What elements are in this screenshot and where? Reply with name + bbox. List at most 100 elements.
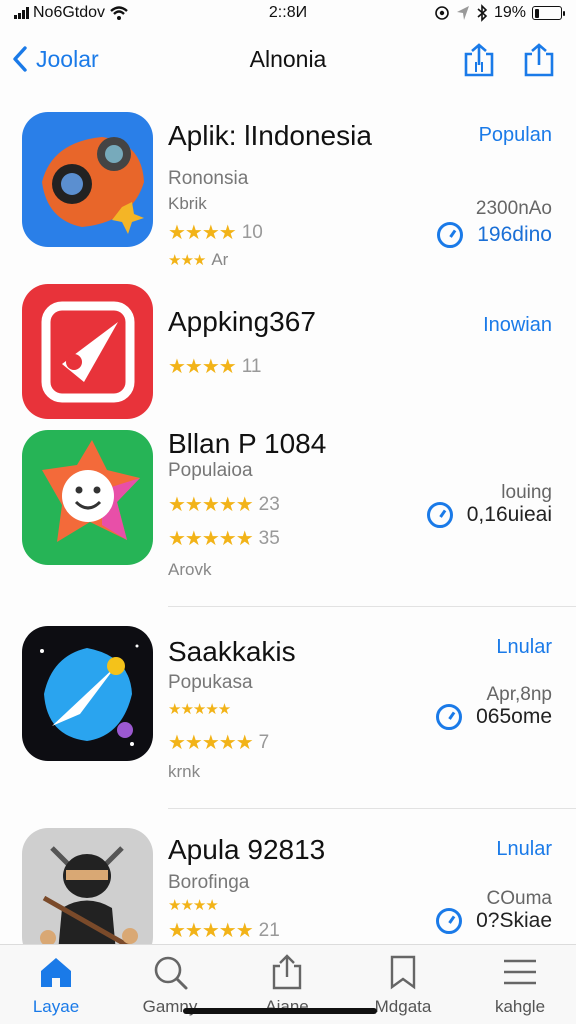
smile-star-icon — [22, 430, 153, 565]
clock-icon — [426, 502, 453, 528]
navigation-bar: Joolar Alnonia — [0, 30, 576, 90]
list-item[interactable]: Aplik: lIndonesia Rononsia Kbrik ★★★★ 10… — [0, 112, 576, 272]
share-icon — [272, 954, 302, 990]
app-subtitle: Populaioa — [168, 460, 253, 481]
home-indicator[interactable] — [183, 1008, 377, 1014]
app-subtitle: Borofinga — [168, 872, 250, 893]
app-name: Aplik: lIndonesia — [168, 120, 372, 151]
meta-bottom: 196dino — [437, 222, 552, 248]
app-subtitle: Popukasa — [168, 672, 253, 693]
rating-count: 23 — [258, 493, 280, 515]
bluetooth-icon — [477, 4, 488, 22]
rating-row: ★★★★★ 35 — [168, 526, 280, 551]
tab-label: Mdgata — [374, 997, 432, 1016]
rank-label[interactable]: Lnular — [496, 636, 552, 659]
meta-bottom-text: 196dino — [477, 223, 552, 246]
meta-top: Apr,8np — [486, 684, 553, 705]
reviews-row: krnk — [168, 762, 200, 782]
share-icon — [464, 43, 494, 77]
divider — [168, 808, 576, 809]
app-name: Appking367 — [168, 306, 316, 337]
upload-button[interactable] — [522, 42, 556, 78]
app-name: Saakkakis — [168, 636, 296, 667]
rating-stars: ★★★★★ — [168, 732, 254, 754]
rating-stars: ★★★★ — [168, 356, 237, 378]
app-icon — [22, 828, 153, 963]
rating-row: ★★★★★ 7 — [168, 730, 269, 755]
rating-row: ★★★★★ 23 — [168, 492, 280, 517]
meta-top: 2300nAo — [475, 198, 552, 219]
divider — [168, 606, 576, 607]
tab-label: Layae — [32, 997, 80, 1016]
rating-stars-small: ★★★★ — [168, 897, 219, 914]
list-item[interactable]: Saakkakis Popukasa ★★★★★ ★★★★★ 7 krnk Ln… — [0, 626, 576, 796]
rank-label[interactable]: Lnular — [496, 838, 552, 861]
rating-count: 21 — [258, 919, 280, 941]
reviews-row: Arovk — [168, 560, 211, 580]
rating-count: 7 — [258, 731, 270, 753]
reviews-label: krnk — [168, 762, 201, 781]
rank-label[interactable]: Inowian — [483, 314, 552, 337]
bookmark-icon — [390, 955, 416, 990]
location-icon — [456, 6, 469, 20]
compass-app-icon — [22, 284, 153, 419]
meta-bottom-text: 0?Skiae — [476, 909, 552, 932]
list-item[interactable]: Bllan P 1084 Populaioa ★★★★★ 23 ★★★★★ 35… — [0, 428, 576, 610]
meta-bottom: 065ome — [436, 704, 552, 730]
rating-row: ★★★★★ 21 — [168, 918, 280, 943]
camera-creature-icon — [22, 112, 153, 247]
rating-count: 11 — [241, 355, 262, 377]
rating-row: ★★★★★ — [168, 700, 231, 718]
tab-label: Gamny — [142, 997, 198, 1016]
rating-stars: ★★★★★ — [168, 920, 254, 942]
app-icon — [22, 284, 153, 419]
battery-icon — [532, 6, 565, 20]
rating-row: ★★★★ 11 — [168, 354, 261, 379]
rating-stars-small: ★★★★★ — [168, 701, 231, 718]
list-item[interactable]: Apula 92813 Borofinga ★★★★ ★★★★★ 21 Lnul… — [0, 828, 576, 963]
tab-label: kahgle — [494, 997, 546, 1016]
meta-bottom-text: 0,16uieai — [466, 503, 552, 526]
rating-stars: ★★★★★ — [168, 494, 254, 516]
clock-icon — [437, 222, 464, 248]
rating-count: 10 — [241, 221, 263, 243]
app-icon — [22, 430, 153, 565]
battery-percent: 19% — [493, 4, 526, 21]
status-bar: No6Gtdov 2::8И 19% — [0, 0, 576, 28]
rating-row: ★★★★ 10 — [168, 220, 263, 245]
app-subtitle: Rononsia — [168, 168, 249, 189]
rating-count: 35 — [258, 527, 280, 549]
rating-stars: ★★★★ — [168, 222, 237, 244]
clock-icon — [436, 704, 463, 730]
app-name: Bllan P 1084 — [168, 428, 327, 459]
rating-stars-small: ★★★ — [168, 252, 206, 269]
meta-bottom: 0,16uieai — [426, 502, 552, 528]
home-icon — [41, 958, 71, 987]
tab-home[interactable]: Layae — [6, 953, 106, 1023]
app-icon — [22, 626, 153, 761]
reviews-label: Arovk — [168, 560, 212, 579]
meta-bottom-text: 065ome — [476, 705, 552, 728]
tab-menu[interactable]: kahgle — [470, 953, 570, 1023]
status-right: 19% — [434, 4, 565, 22]
reviews-label: Ar — [211, 250, 229, 269]
app-category: Kbrik — [168, 194, 207, 213]
menu-icon — [504, 959, 536, 985]
lock-rotation-icon — [435, 6, 449, 20]
meta-top: louing — [501, 482, 552, 503]
app-icon — [22, 112, 153, 247]
list-item[interactable]: Appking367 ★★★★ 11 Inowian — [0, 284, 576, 424]
rank-label[interactable]: Populan — [479, 124, 552, 147]
upload-icon — [524, 43, 554, 77]
app-name: Apula 92813 — [168, 834, 326, 865]
share-button[interactable] — [462, 42, 496, 78]
meta-top: COuma — [486, 888, 552, 909]
search-icon — [154, 956, 188, 990]
clock-icon — [436, 908, 463, 934]
meta-bottom: 0?Skiae — [436, 908, 552, 934]
tab-label: Aiane — [265, 997, 309, 1016]
ninja-character-icon — [22, 828, 153, 963]
reviews-row: ★★★ Ar — [168, 250, 228, 270]
rating-stars: ★★★★★ — [168, 528, 254, 550]
rating-row: ★★★★ — [168, 896, 219, 914]
